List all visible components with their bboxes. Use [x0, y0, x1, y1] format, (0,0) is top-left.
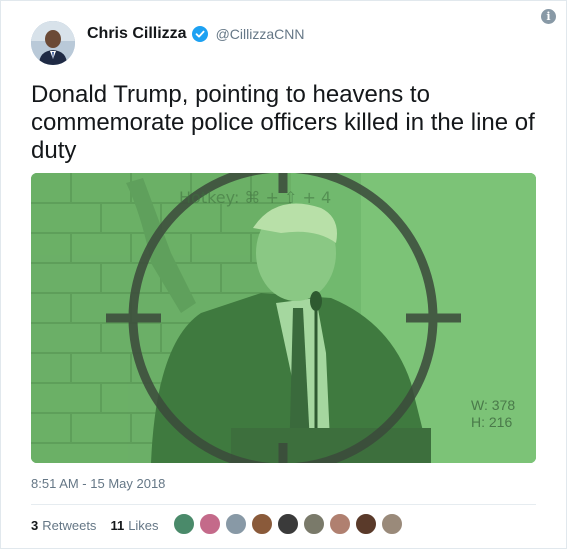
tweet-text: Donald Trump, pointing to heavens to com…: [31, 81, 535, 164]
likes-count: 11: [110, 518, 125, 533]
tweet-card: i Chris Cillizza @CillizzaCNN Donald Tru…: [0, 0, 567, 549]
retweets-count: 3: [31, 518, 39, 533]
likes-label: Likes: [128, 518, 159, 533]
liker-avatar[interactable]: [355, 513, 377, 535]
tweet-stats: 3 Retweets 11 Likes: [31, 518, 173, 533]
liker-avatar[interactable]: [173, 513, 195, 535]
liker-avatar[interactable]: [303, 513, 325, 535]
overlay-width-text: W: 378: [471, 397, 515, 413]
overlay-height-text: H: 216: [471, 414, 512, 430]
author-avatar[interactable]: [31, 21, 75, 65]
author-row: Chris Cillizza @CillizzaCNN: [87, 25, 304, 43]
liker-avatar[interactable]: [199, 513, 221, 535]
likes-stat[interactable]: 11 Likes: [110, 518, 158, 533]
liker-avatar[interactable]: [277, 513, 299, 535]
verified-badge-icon: [191, 26, 208, 42]
tweet-media[interactable]: Hotkey: ⌘ + ⇧ + 4 W: 378 H: 216: [31, 173, 536, 463]
screenshot-overlay-text: Hotkey: ⌘ + ⇧ + 4 W: 378 H: 216: [179, 188, 515, 430]
info-icon[interactable]: i: [541, 9, 556, 24]
liker-avatar[interactable]: [251, 513, 273, 535]
liker-avatars: [173, 513, 407, 535]
retweets-stat[interactable]: 3 Retweets: [31, 518, 96, 533]
author-name[interactable]: Chris Cillizza: [87, 25, 187, 43]
author-handle[interactable]: @CillizzaCNN: [216, 26, 305, 42]
liker-avatar[interactable]: [381, 513, 403, 535]
avatar-photo: [31, 21, 75, 65]
liker-avatar[interactable]: [225, 513, 247, 535]
liker-avatar[interactable]: [329, 513, 351, 535]
divider: [31, 504, 536, 505]
overlay-hotkey-text: Hotkey: ⌘ + ⇧ + 4: [179, 188, 331, 207]
tweet-timestamp[interactable]: 8:51 AM - 15 May 2018: [31, 476, 165, 491]
retweets-label: Retweets: [42, 518, 97, 533]
